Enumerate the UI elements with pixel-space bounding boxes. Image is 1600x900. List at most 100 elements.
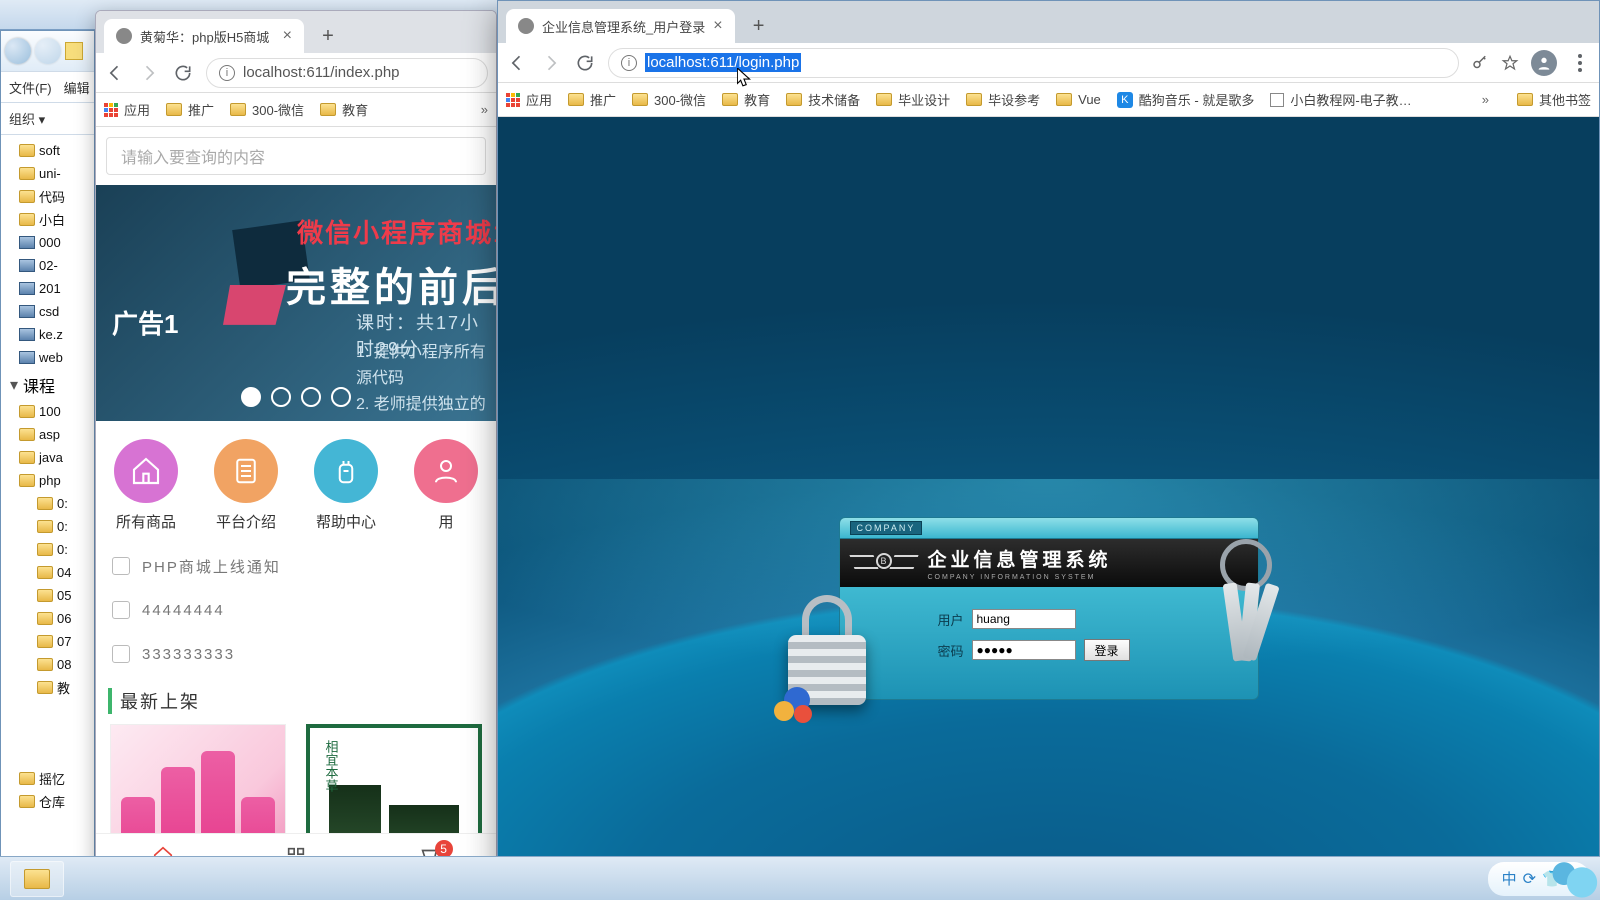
taskbar-app[interactable]: [10, 861, 64, 897]
address-bar[interactable]: i localhost:611/login.php: [608, 48, 1459, 78]
bookmark-item[interactable]: 推广: [568, 90, 616, 109]
banner-pager[interactable]: [241, 387, 351, 407]
login-submit-button[interactable]: 登录: [1084, 639, 1130, 661]
pager-dot[interactable]: [331, 387, 351, 407]
tree-item[interactable]: soft: [1, 139, 94, 162]
nav-back-button[interactable]: [104, 62, 126, 84]
bookmark-item[interactable]: 应用: [506, 90, 552, 109]
bookmark-item[interactable]: 毕设参考: [966, 90, 1040, 109]
shop-page: 请输入要查询的内容 微信小程序商城15 完整的前后 课时：共17小时29分 提供…: [96, 127, 496, 899]
reload-button[interactable]: [172, 62, 194, 84]
tree-item[interactable]: ke.z: [1, 323, 94, 346]
tree-item[interactable]: 代码: [1, 185, 94, 208]
tab-close-button[interactable]: ×: [713, 17, 722, 35]
pager-dot[interactable]: [271, 387, 291, 407]
bookmarks-overflow[interactable]: »: [481, 102, 488, 117]
profile-avatar[interactable]: [1531, 50, 1557, 76]
bookmark-label: 应用: [124, 100, 150, 119]
saved-password-icon[interactable]: [1471, 54, 1489, 72]
tree-item[interactable]: 0:: [1, 538, 94, 561]
bookmark-other[interactable]: 其他书签: [1517, 90, 1591, 109]
bookmark-item[interactable]: 教育: [722, 90, 770, 109]
pager-dot[interactable]: [241, 387, 261, 407]
folder-icon: [37, 681, 53, 694]
nav-circle-item[interactable]: 所有商品: [114, 439, 178, 532]
bookmark-item[interactable]: 毕业设计: [876, 90, 950, 109]
tree-item[interactable]: 08: [1, 653, 94, 676]
bookmark-item[interactable]: 300-微信: [230, 100, 304, 119]
notice-text: PHP商城上线通知: [142, 556, 281, 577]
bookmark-item[interactable]: K酷狗音乐 - 就是歌多: [1117, 90, 1255, 109]
notice-item[interactable]: 333333333: [96, 632, 496, 676]
tab-close-button[interactable]: ×: [283, 27, 292, 45]
company-logo: B: [854, 549, 914, 577]
chrome-menu-button[interactable]: [1569, 52, 1591, 74]
tree-item[interactable]: 02-: [1, 254, 94, 277]
bookmarks-overflow[interactable]: »: [1482, 92, 1489, 107]
address-bar[interactable]: i localhost:611/index.php: [206, 58, 488, 88]
tree-item[interactable]: 0:: [1, 492, 94, 515]
nav-back-button[interactable]: [506, 52, 528, 74]
bookmark-item[interactable]: 应用: [104, 100, 150, 119]
tree-item[interactable]: 04: [1, 561, 94, 584]
tree-item[interactable]: 0:: [1, 515, 94, 538]
tree-item[interactable]: 06: [1, 607, 94, 630]
folder-icon: [37, 612, 53, 625]
site-info-icon[interactable]: i: [621, 55, 637, 71]
organize-dropdown[interactable]: 组织 ▾: [9, 109, 45, 128]
bookmark-item[interactable]: Vue: [1056, 92, 1101, 107]
tray-icon[interactable]: ⟳: [1523, 869, 1536, 889]
tree-item[interactable]: csd: [1, 300, 94, 323]
folder-icon: [568, 93, 584, 106]
notice-item[interactable]: 44444444: [96, 588, 496, 632]
nav-circle-item[interactable]: 用: [414, 439, 478, 532]
username-input[interactable]: [972, 609, 1076, 629]
ime-indicator[interactable]: 中: [1502, 868, 1517, 889]
tree-item[interactable]: uni-: [1, 162, 94, 185]
tree-category[interactable]: ▾课程: [1, 373, 94, 396]
browser-tab[interactable]: 企业信息管理系统_用户登录 ×: [506, 9, 735, 43]
tree-item[interactable]: 仓库: [1, 790, 94, 813]
tree-item[interactable]: 摇忆: [1, 767, 94, 790]
tree-item[interactable]: 201: [1, 277, 94, 300]
shop-banner[interactable]: 微信小程序商城15 完整的前后 课时：共17小时29分 提供小程序所有源代码老师…: [96, 185, 496, 421]
pager-dot[interactable]: [301, 387, 321, 407]
tree-item[interactable]: 100: [1, 400, 94, 423]
bookmark-item[interactable]: 教育: [320, 100, 368, 119]
explorer-up-button[interactable]: [65, 42, 83, 60]
tree-item[interactable]: 教: [1, 676, 94, 699]
password-input[interactable]: [972, 640, 1076, 660]
new-tab-button[interactable]: +: [314, 22, 342, 50]
nav-circle-item[interactable]: 帮助中心: [314, 439, 378, 532]
nav-circle-item[interactable]: 平台介绍: [214, 439, 278, 532]
panel-header: B 企业信息管理系统 COMPANY INFORMATION SYSTEM: [839, 539, 1259, 587]
tree-item[interactable]: asp: [1, 423, 94, 446]
chrome-window-back: 黄菊华：php版H5商城 × + i localhost:611/index.p…: [95, 10, 497, 900]
nav-forward-button[interactable]: [540, 52, 562, 74]
menu-file[interactable]: 文件(F): [9, 78, 52, 97]
browser-tab[interactable]: 黄菊华：php版H5商城 ×: [104, 19, 304, 53]
notice-item[interactable]: PHP商城上线通知: [96, 544, 496, 588]
bookmark-item[interactable]: 技术储备: [786, 90, 860, 109]
explorer-back-button[interactable]: [5, 38, 31, 64]
nav-forward-button[interactable]: [138, 62, 160, 84]
tree-item[interactable]: 05: [1, 584, 94, 607]
site-info-icon[interactable]: i: [219, 65, 235, 81]
explorer-forward-button[interactable]: [35, 38, 61, 64]
new-tab-button[interactable]: +: [745, 12, 773, 40]
tree-item[interactable]: java: [1, 446, 94, 469]
tree-item[interactable]: web: [1, 346, 94, 369]
bookmark-item[interactable]: 小白教程网-电子教…: [1270, 90, 1411, 109]
tree-item[interactable]: 000: [1, 231, 94, 254]
tree-item[interactable]: 小白: [1, 208, 94, 231]
shop-search-input[interactable]: 请输入要查询的内容: [106, 137, 486, 175]
menu-edit[interactable]: 编辑: [64, 78, 90, 97]
chevron-down-icon: ▾: [9, 380, 19, 390]
tree-item[interactable]: 07: [1, 630, 94, 653]
tree-item-label: 05: [57, 588, 71, 603]
bookmark-star-icon[interactable]: [1501, 54, 1519, 72]
bookmark-item[interactable]: 300-微信: [632, 90, 706, 109]
reload-button[interactable]: [574, 52, 596, 74]
bookmark-item[interactable]: 推广: [166, 100, 214, 119]
tree-item[interactable]: php: [1, 469, 94, 492]
